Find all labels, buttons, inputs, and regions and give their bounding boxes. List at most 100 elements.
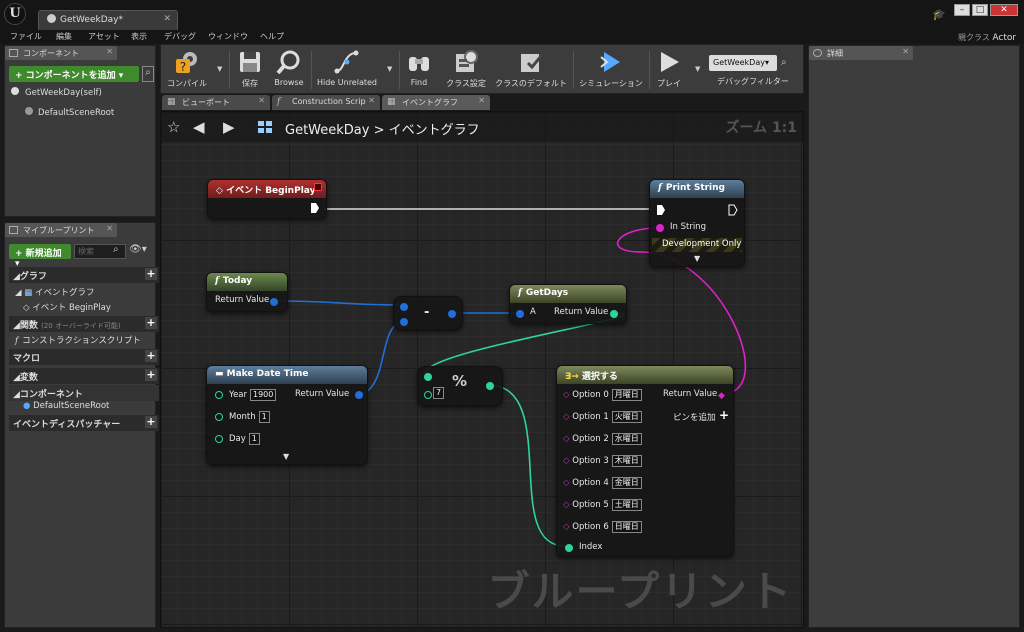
section-macros[interactable]: マクロ + [9, 349, 159, 365]
component-item-self[interactable]: GetWeekDay(self) [11, 87, 102, 98]
option-pin[interactable]: ◇ [563, 478, 570, 488]
node-modulo[interactable]: 7 % [417, 366, 503, 406]
year-input[interactable]: 1900 [250, 389, 277, 401]
in-string-pin[interactable] [656, 224, 664, 232]
month-input[interactable]: 1 [258, 411, 270, 423]
play-button[interactable]: プレイ [651, 47, 687, 93]
menu-asset[interactable]: アセット [88, 31, 120, 42]
add-variable-plus-icon[interactable]: + [145, 369, 157, 381]
option-6-input[interactable]: 日曜日 [611, 521, 642, 533]
option-4-input[interactable]: 金曜日 [611, 477, 642, 489]
class-settings-button[interactable]: クラス設定 [441, 47, 491, 93]
node-make-date-time[interactable]: ▬ Make Date Time Year 1900 Return Value M… [206, 365, 368, 465]
browse-button[interactable]: Browse [269, 47, 309, 93]
component-item-root[interactable]: DefaultSceneRoot [25, 107, 114, 118]
node-print-string[interactable]: f Print String In String Development Only… [649, 179, 745, 267]
close-icon[interactable]: ✕ [258, 96, 265, 105]
getdays-a-pin[interactable] [516, 310, 524, 318]
subtract-a-pin[interactable] [400, 303, 408, 311]
option-5-input[interactable]: 土曜日 [611, 499, 642, 511]
play-options-chevron-down-icon[interactable]: ▼ [695, 65, 700, 73]
return-value-pin[interactable] [355, 391, 363, 399]
option-pin[interactable]: ◇ [563, 412, 570, 422]
menu-window[interactable]: ウィンドウ [208, 31, 248, 42]
option-0-input[interactable]: 月曜日 [611, 389, 642, 401]
close-icon[interactable]: ✕ [902, 47, 909, 56]
day-pin[interactable] [215, 435, 223, 443]
compile-button[interactable]: ? コンパイル [165, 47, 209, 93]
add-macro-plus-icon[interactable]: + [145, 350, 157, 362]
debug-object-select[interactable]: GetWeekDay▾ [709, 55, 777, 71]
document-tab[interactable]: GetWeekDay* ✕ [38, 10, 178, 30]
breadcrumb-root[interactable]: GetWeekDay [285, 123, 369, 138]
year-pin[interactable] [215, 391, 223, 399]
forward-arrow-icon[interactable]: ▶ [223, 118, 235, 136]
minimize-button[interactable]: – [954, 4, 970, 16]
index-pin[interactable] [565, 544, 573, 552]
delegate-pin[interactable] [314, 183, 322, 191]
function-item-construction[interactable]: f コンストラクションスクリプト [15, 334, 141, 346]
subtract-out-pin[interactable] [448, 310, 456, 318]
exec-out-pin[interactable] [728, 204, 738, 216]
unreal-logo-icon[interactable]: U [4, 3, 26, 25]
graph-canvas[interactable]: ☆ ◀ ▶ GetWeekDay > イベントグラフ ズーム 1:1 ◇ イベン… [160, 111, 804, 628]
search-icon[interactable]: ⌕ [142, 66, 154, 82]
graph-item-event-graph[interactable]: ◢ ▦ イベントグラフ [15, 286, 95, 298]
subtract-b-pin[interactable] [400, 318, 408, 326]
modulo-b-input[interactable]: 7 [433, 387, 445, 399]
find-button[interactable]: Find [401, 47, 437, 93]
section-variables[interactable]: ◢変数 + [9, 368, 159, 384]
node-event-beginplay[interactable]: ◇ イベント BeginPlay [207, 179, 327, 219]
section-functions[interactable]: ◢関数 (20 オーバーライド可能) + [9, 316, 159, 332]
day-input[interactable]: 1 [248, 433, 260, 445]
tab-viewport[interactable]: ▦ ビューポート ✕ [162, 95, 270, 110]
add-pin-plus-icon[interactable]: + [719, 408, 729, 422]
add-dispatcher-plus-icon[interactable]: + [145, 416, 157, 428]
close-window-button[interactable]: ✕ [990, 4, 1018, 16]
option-2-input[interactable]: 水曜日 [611, 433, 642, 445]
maximize-button[interactable]: □ [972, 4, 988, 16]
add-function-plus-icon[interactable]: + [145, 317, 157, 329]
class-defaults-button[interactable]: クラスのデフォルト [495, 47, 567, 93]
node-subtract[interactable]: - [393, 296, 463, 330]
compile-options-chevron-down-icon[interactable]: ▼ [217, 65, 222, 73]
view-options-eye-icon[interactable]: 👁▾ [129, 244, 147, 255]
simulation-button[interactable]: シミュレーション [575, 47, 647, 93]
tab-details[interactable]: 詳細 ✕ [809, 46, 913, 60]
return-value-pin[interactable]: ◆ [718, 391, 725, 401]
menu-file[interactable]: ファイル [10, 31, 42, 42]
hide-unrelated-options-chevron-down-icon[interactable]: ▼ [387, 65, 392, 73]
option-3-input[interactable]: 木曜日 [611, 455, 642, 467]
add-graph-plus-icon[interactable]: + [145, 268, 157, 280]
parent-class-value[interactable]: Actor [992, 33, 1016, 43]
expand-arrow-icon[interactable]: ▼ [283, 452, 289, 461]
exec-out-pin[interactable] [310, 202, 320, 214]
search-icon[interactable]: ⌕ [113, 244, 119, 255]
menu-debug[interactable]: デバッグ [164, 31, 196, 42]
modulo-out-pin[interactable] [486, 382, 494, 390]
close-icon[interactable]: ✕ [478, 96, 485, 105]
close-icon[interactable]: ✕ [106, 224, 113, 233]
section-dispatchers[interactable]: イベントディスパッチャー + [9, 415, 159, 431]
modulo-a-pin[interactable] [424, 373, 432, 381]
close-tab-icon[interactable]: ✕ [163, 14, 171, 24]
hide-unrelated-button[interactable]: Hide Unrelated [313, 47, 381, 93]
node-today[interactable]: f Today Return Value [206, 272, 288, 312]
tab-my-blueprint[interactable]: マイブループリント ✕ [5, 223, 117, 237]
option-pin[interactable]: ◇ [563, 522, 570, 532]
option-pin[interactable]: ◇ [563, 434, 570, 444]
exec-in-pin[interactable] [656, 204, 666, 216]
option-pin[interactable]: ◇ [563, 456, 570, 466]
return-value-pin[interactable] [610, 310, 618, 318]
menu-edit[interactable]: 編集 [56, 31, 72, 42]
expand-arrow-icon[interactable]: ▼ [694, 254, 700, 263]
menu-view[interactable]: 表示 [131, 31, 147, 42]
debug-search-icon[interactable]: ⌕ [781, 57, 787, 68]
back-arrow-icon[interactable]: ◀ [193, 118, 205, 136]
tab-components[interactable]: コンポーネント ✕ [5, 46, 117, 60]
tab-event-graph[interactable]: ▦ イベントグラフ ✕ [382, 95, 490, 110]
return-value-pin[interactable] [270, 298, 278, 306]
close-icon[interactable]: ✕ [106, 47, 113, 56]
section-graphs[interactable]: ◢グラフ + [9, 267, 159, 283]
graph-item-begin-play[interactable]: ◇ イベント BeginPlay [23, 301, 111, 313]
